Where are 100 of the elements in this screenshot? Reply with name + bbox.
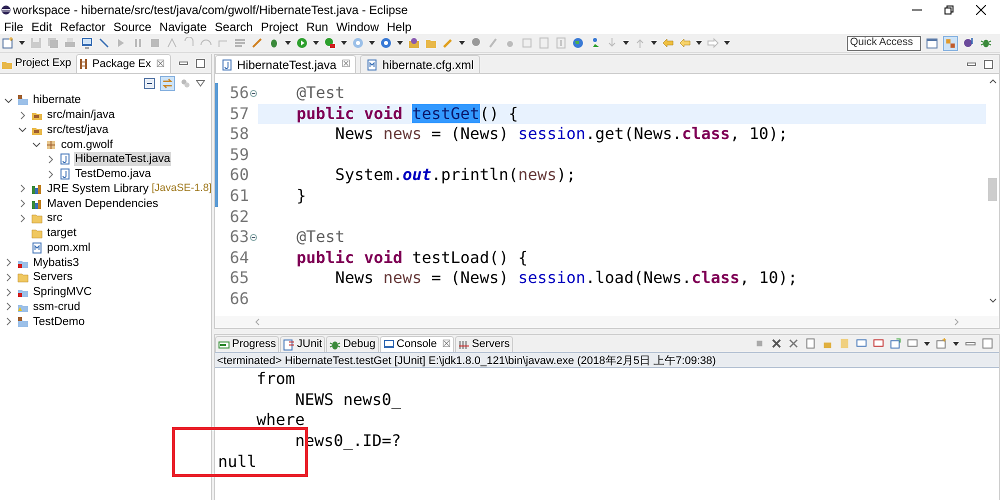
dropdown-arrow-icon[interactable]: [285, 41, 291, 45]
list-icon[interactable]: [234, 37, 246, 49]
scroll-up-icon[interactable]: [988, 78, 996, 84]
line-number: 59: [228, 144, 250, 166]
menu-item[interactable]: Help: [382, 20, 416, 34]
run-icon[interactable]: [296, 37, 308, 49]
tree-item[interactable]: target: [46, 226, 78, 240]
tree-item[interactable]: TestDemo: [32, 314, 86, 329]
new-console-icon[interactable]: [890, 338, 901, 349]
restore-icon[interactable]: [944, 5, 954, 15]
tree-item[interactable]: SpringMVC: [32, 285, 93, 300]
tree-item[interactable]: TestDemo.java: [74, 167, 152, 182]
tree-item[interactable]: src/test/java: [46, 122, 110, 137]
menu-item[interactable]: Source: [109, 20, 156, 34]
dropdown-arrow-icon[interactable]: [459, 41, 465, 45]
collapse-all-icon[interactable]: [144, 78, 155, 88]
remove-all-icon[interactable]: [788, 338, 799, 349]
code-line: public void testLoad() {: [296, 248, 529, 268]
dropdown-arrow-icon[interactable]: [369, 41, 375, 45]
view-tab[interactable]: Project Exp: [0, 54, 76, 73]
maximize-view-icon[interactable]: [982, 338, 993, 349]
tree-item[interactable]: hibernate: [32, 93, 82, 108]
maximize-view-icon[interactable]: [984, 60, 993, 69]
tree-item[interactable]: Mybatis3: [32, 256, 80, 270]
folder-icon: [17, 271, 29, 284]
java-ee-perspective-icon[interactable]: [943, 36, 958, 50]
new-file-icon[interactable]: [2, 37, 14, 49]
menu-item[interactable]: Edit: [27, 20, 56, 34]
dropdown-arrow-icon[interactable]: [651, 41, 657, 45]
close-tab-icon[interactable]: ☒: [442, 337, 451, 352]
tree-item[interactable]: Maven Dependencies: [46, 196, 160, 211]
scrollbar-thumb[interactable]: [988, 178, 997, 201]
code-line: @Test: [296, 83, 346, 104]
view-tab[interactable]: Console ☒: [380, 336, 454, 352]
line-number: 62: [228, 206, 250, 228]
dropdown-arrow-icon[interactable]: [953, 342, 959, 346]
close-tab-icon[interactable]: ☒: [341, 57, 350, 72]
line-number: 60: [228, 165, 250, 186]
view-tab[interactable]: Progress: [215, 336, 280, 352]
back-icon[interactable]: [679, 37, 691, 49]
dropdown-arrow-icon[interactable]: [341, 41, 347, 45]
console-output-line: from: [256, 369, 296, 390]
view-tab[interactable]: Package Ex ☒: [76, 54, 171, 73]
menu-item[interactable]: File: [0, 20, 28, 34]
monitor-icon[interactable]: [81, 37, 93, 49]
xml-file-icon[interactable]: [366, 58, 378, 70]
code-line: }: [296, 186, 308, 207]
close-tab-icon[interactable]: ☒: [156, 56, 165, 72]
tree-item[interactable]: HibernateTest.java: [74, 152, 172, 166]
console-output-line: where: [256, 410, 305, 432]
progress-icon[interactable]: [218, 338, 230, 350]
globe-icon[interactable]: [572, 37, 584, 49]
close-icon[interactable]: [976, 5, 986, 15]
menu-item[interactable]: Navigate: [155, 20, 211, 34]
menu-item[interactable]: Search: [210, 20, 257, 34]
menu-item[interactable]: Run: [302, 20, 332, 34]
dropdown-arrow-icon[interactable]: [313, 41, 319, 45]
package-icon: [45, 138, 57, 151]
remove-launch-icon[interactable]: [771, 338, 782, 349]
document-icon[interactable]: [805, 338, 816, 349]
monitor-icon[interactable]: [382, 338, 395, 350]
external-tools-icon[interactable]: [324, 37, 336, 49]
java-file-icon[interactable]: [221, 58, 233, 70]
view-tab[interactable]: Servers: [454, 336, 513, 352]
view-tab[interactable]: JUnit: [280, 336, 326, 352]
dropdown-arrow-icon[interactable]: [623, 41, 629, 45]
folder-icon: [31, 227, 43, 240]
dropdown-arrow-icon[interactable]: [19, 41, 25, 45]
view-tab[interactable]: Debug: [326, 336, 379, 352]
tree-item[interactable]: Servers: [32, 270, 74, 284]
maximize-view-icon[interactable]: [196, 59, 205, 68]
console-output-line: null: [217, 452, 257, 473]
dropdown-arrow-icon[interactable]: [696, 41, 702, 45]
junit-icon[interactable]: [283, 338, 296, 350]
code-line: System.out.println(news);: [334, 165, 577, 186]
dropdown-arrow-icon[interactable]: [724, 41, 730, 45]
dropdown-arrow-icon[interactable]: [924, 342, 930, 346]
link-editor-icon[interactable]: [160, 76, 175, 90]
tree-item[interactable]: src: [46, 211, 64, 226]
perspective-icon[interactable]: [926, 37, 938, 49]
new-window-icon[interactable]: [936, 338, 947, 349]
view-menu-icon[interactable]: [196, 80, 205, 86]
editor-tab[interactable]: HibernateTest.java ☒: [215, 55, 356, 73]
menu-item[interactable]: Refactor: [56, 20, 110, 34]
editor-tab[interactable]: hibernate.cfg.xml: [360, 55, 480, 73]
tree-item[interactable]: JRE System Library: [46, 182, 150, 196]
fold-icon[interactable]: [250, 234, 257, 241]
menu-item[interactable]: Window: [332, 20, 383, 34]
tree-item[interactable]: pom.xml: [46, 240, 92, 255]
menu-item[interactable]: Project: [256, 20, 302, 34]
quick-access-field[interactable]: Quick Access: [847, 36, 921, 50]
line-number: 56: [228, 83, 250, 104]
tree-item[interactable]: src/main/java: [46, 108, 116, 122]
library-version: [JavaSE-1.8]: [152, 181, 212, 196]
fold-icon[interactable]: [250, 90, 257, 97]
tree-item[interactable]: com.gwolf: [60, 138, 114, 152]
dropdown-arrow-icon[interactable]: [397, 41, 403, 45]
tree-item[interactable]: ssm-crud: [32, 300, 82, 314]
scroll-down-icon[interactable]: [988, 298, 996, 304]
window-title: workspace - hibernate/src/test/java/com/gwolf/HibernateTest.java - Eclipse: [13, 2, 408, 19]
